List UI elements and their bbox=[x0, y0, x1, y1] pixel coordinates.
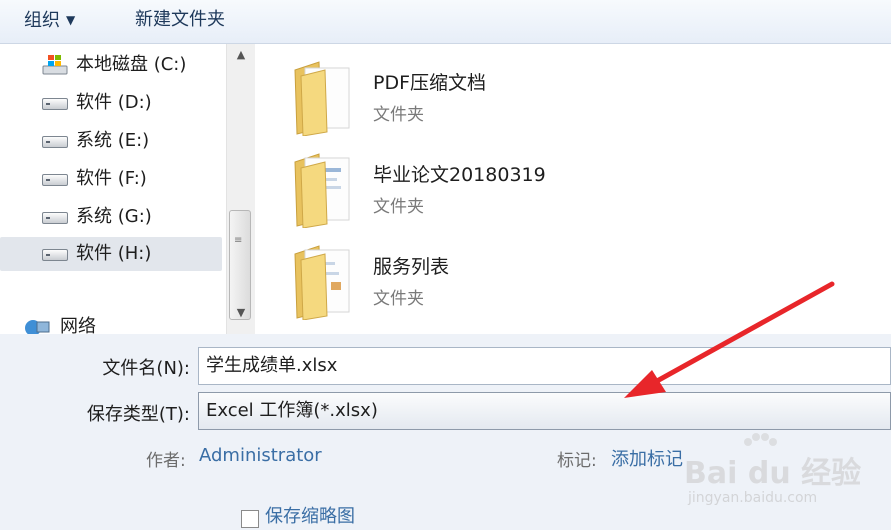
filetype-select[interactable]: Excel 工作簿(*.xlsx) bbox=[198, 392, 891, 430]
filename-label: 文件名(N): bbox=[102, 358, 190, 379]
nav-item-label: 系统 (E:) bbox=[76, 130, 150, 151]
drive-icon bbox=[42, 98, 68, 110]
nav-item-drive-e[interactable]: 系统 (E:) bbox=[0, 124, 222, 158]
drive-icon bbox=[42, 212, 68, 224]
list-item[interactable]: 服务列表 文件夹 bbox=[255, 228, 855, 320]
nav-item-drive-f[interactable]: 软件 (F:) bbox=[0, 162, 222, 196]
scroll-up-arrow-icon[interactable]: ▲ bbox=[227, 48, 255, 68]
tags-value[interactable]: 添加标记 bbox=[611, 445, 683, 471]
nav-item-network[interactable]: 网络 bbox=[0, 310, 222, 334]
folder-icon bbox=[294, 61, 350, 136]
grip-icon: ≡ bbox=[234, 235, 243, 246]
folder-icon bbox=[294, 245, 350, 320]
organize-label: 组织 bbox=[24, 10, 60, 31]
caret-down-icon: ▼ bbox=[66, 13, 76, 27]
network-icon bbox=[25, 320, 50, 334]
drive-icon bbox=[42, 174, 68, 186]
toolbar: 组织 ▼ 新建文件夹 bbox=[0, 0, 891, 44]
list-item[interactable]: PDF压缩文档 文件夹 bbox=[255, 44, 855, 136]
author-label: 作者: bbox=[146, 451, 186, 471]
nav-item-label: 系统 (G:) bbox=[76, 206, 152, 227]
filetype-label: 保存类型(T): bbox=[86, 404, 190, 425]
scroll-thumb[interactable]: ≡ bbox=[229, 210, 251, 320]
save-options-panel: 文件名(N): 学生成绩单.xlsx 保存类型(T): Excel 工作簿(*.… bbox=[0, 334, 891, 530]
file-type: 文件夹 bbox=[373, 197, 424, 217]
file-type: 文件夹 bbox=[373, 105, 424, 125]
nav-item-drive-h[interactable]: 软件 (H:) bbox=[0, 237, 222, 271]
navigation-pane: 本地磁盘 (C:) 软件 (D:) 系统 (E:) 软件 (F:) 系统 (G:… bbox=[0, 44, 226, 334]
drive-icon bbox=[42, 249, 68, 261]
tags-label: 标记: bbox=[557, 451, 597, 471]
nav-item-label: 软件 (H:) bbox=[76, 243, 152, 264]
scroll-down-arrow-icon[interactable]: ▼ bbox=[227, 306, 255, 326]
windows-drive-icon bbox=[42, 55, 68, 75]
nav-scrollbar[interactable]: ▲ ≡ ▼ bbox=[226, 44, 255, 334]
folder-icon bbox=[294, 153, 350, 228]
nav-item-drive-c[interactable]: 本地磁盘 (C:) bbox=[0, 48, 222, 82]
nav-item-drive-g[interactable]: 系统 (G:) bbox=[0, 200, 222, 234]
save-thumbnail-label[interactable]: 保存缩略图 bbox=[265, 502, 355, 528]
file-name: PDF压缩文档 bbox=[373, 72, 487, 94]
author-value[interactable]: Administrator bbox=[199, 445, 322, 466]
drive-icon bbox=[42, 136, 68, 148]
organize-button[interactable]: 组织 ▼ bbox=[20, 6, 79, 34]
list-item[interactable]: 毕业论文20180319 文件夹 bbox=[255, 136, 855, 228]
file-type: 文件夹 bbox=[373, 289, 424, 309]
new-folder-button[interactable]: 新建文件夹 bbox=[131, 6, 229, 34]
file-name: 毕业论文20180319 bbox=[373, 164, 546, 186]
nav-item-label: 网络 bbox=[60, 316, 96, 334]
nav-item-label: 软件 (F:) bbox=[76, 168, 147, 189]
file-list: PDF压缩文档 文件夹 毕业论文20180319 文件夹 服务列表 文件夹 bbox=[255, 44, 891, 334]
nav-item-drive-d[interactable]: 软件 (D:) bbox=[0, 86, 222, 120]
nav-item-label: 软件 (D:) bbox=[76, 92, 152, 113]
save-thumbnail-checkbox[interactable] bbox=[241, 510, 259, 528]
filename-input[interactable]: 学生成绩单.xlsx bbox=[198, 347, 891, 385]
file-name: 服务列表 bbox=[373, 256, 450, 278]
nav-item-label: 本地磁盘 (C:) bbox=[76, 54, 187, 75]
